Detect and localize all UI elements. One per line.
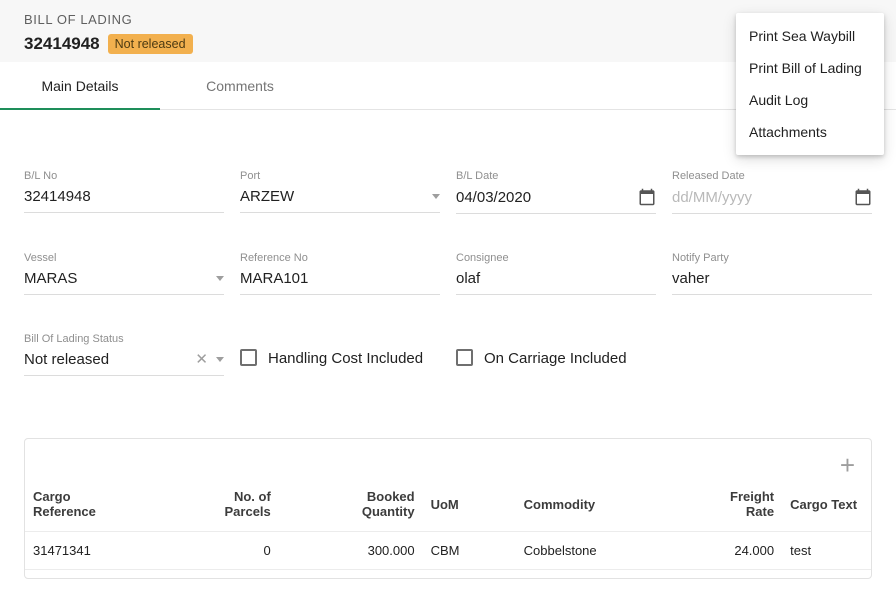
field-bl-status: Bill Of Lading Status Not released ✕ [24, 333, 224, 376]
field-notify-party: Notify Party vaher [672, 252, 872, 295]
bl-status-select[interactable]: Not released ✕ [24, 351, 224, 376]
field-bl-date: B/L Date 04/03/2020 [456, 170, 656, 214]
document-number: 32414948 [24, 34, 100, 54]
bl-status-label: Bill Of Lading Status [24, 333, 224, 345]
reference-no-label: Reference No [240, 252, 440, 264]
on-carriage-checkbox[interactable] [456, 349, 473, 366]
vessel-label: Vessel [24, 252, 224, 264]
chevron-down-icon[interactable] [432, 194, 440, 199]
field-bl-no: B/L No 32414948 [24, 170, 224, 214]
menu-item-print-bill-of-lading[interactable]: Print Bill of Lading [736, 52, 884, 84]
table-row[interactable]: 31471341 0 300.000 CBM Cobbelstone 24.00… [25, 532, 871, 570]
tab-main-details[interactable]: Main Details [0, 62, 160, 109]
vessel-select[interactable]: MARAS [24, 270, 224, 295]
consignee-input[interactable]: olaf [456, 270, 656, 287]
cell-freight-rate[interactable]: 24.000 [668, 532, 782, 570]
col-no-of-parcels: No. of Parcels [186, 483, 279, 532]
bl-date-input[interactable]: 04/03/2020 [456, 189, 630, 206]
menu-item-audit-log[interactable]: Audit Log [736, 84, 884, 116]
menu-item-print-sea-waybill[interactable]: Print Sea Waybill [736, 20, 884, 52]
menu-item-attachments[interactable]: Attachments [736, 116, 884, 148]
field-consignee: Consignee olaf [456, 252, 656, 295]
add-cargo-button[interactable]: + [840, 453, 855, 477]
clear-icon[interactable]: ✕ [195, 352, 208, 367]
cell-no-of-parcels[interactable]: 0 [186, 532, 279, 570]
released-date-input[interactable]: dd/MM/yyyy [672, 189, 846, 206]
col-cargo-reference: Cargo Reference [25, 483, 186, 532]
on-carriage-label: On Carriage Included [484, 349, 627, 368]
table-header-row: Cargo Reference No. of Parcels Booked Qu… [25, 483, 871, 532]
cargo-table: Cargo Reference No. of Parcels Booked Qu… [25, 483, 871, 570]
field-on-carriage: On Carriage Included [456, 333, 656, 376]
chevron-down-icon[interactable] [216, 357, 224, 362]
released-date-label: Released Date [672, 170, 872, 182]
context-menu: Print Sea Waybill Print Bill of Lading A… [736, 13, 884, 155]
cargo-card: + Cargo Reference No. of Parcels Booked … [24, 438, 872, 579]
notify-party-input[interactable]: vaher [672, 270, 872, 287]
cell-cargo-reference[interactable]: 31471341 [25, 532, 186, 570]
col-freight-rate: Freight Rate [668, 483, 782, 532]
field-vessel: Vessel MARAS [24, 252, 224, 295]
field-port: Port ARZEW [240, 170, 440, 214]
notify-party-label: Notify Party [672, 252, 872, 264]
cell-commodity[interactable]: Cobbelstone [516, 532, 668, 570]
port-label: Port [240, 170, 440, 182]
calendar-icon[interactable] [854, 188, 872, 206]
bl-no-input[interactable]: 32414948 [24, 188, 224, 205]
status-badge: Not released [108, 34, 193, 54]
cell-cargo-text[interactable]: test [782, 532, 871, 570]
bl-date-label: B/L Date [456, 170, 656, 182]
col-commodity: Commodity [516, 483, 668, 532]
calendar-icon[interactable] [638, 188, 656, 206]
cell-booked-quantity[interactable]: 300.000 [279, 532, 423, 570]
cell-uom[interactable]: CBM [423, 532, 516, 570]
col-booked-quantity: Booked Quantity [279, 483, 423, 532]
col-uom: UoM [423, 483, 516, 532]
field-released-date: Released Date dd/MM/yyyy [672, 170, 872, 214]
consignee-label: Consignee [456, 252, 656, 264]
chevron-down-icon[interactable] [216, 276, 224, 281]
bl-no-label: B/L No [24, 170, 224, 182]
reference-no-input[interactable]: MARA101 [240, 270, 440, 287]
port-select[interactable]: ARZEW [240, 188, 440, 213]
field-reference-no: Reference No MARA101 [240, 252, 440, 295]
tab-comments[interactable]: Comments [160, 62, 320, 109]
handling-cost-label: Handling Cost Included [268, 349, 423, 368]
main-details-form: B/L No 32414948 Port ARZEW B/L Date 04/0… [0, 170, 896, 376]
field-handling-cost: Handling Cost Included [240, 333, 440, 376]
col-cargo-text: Cargo Text [782, 483, 871, 532]
handling-cost-checkbox[interactable] [240, 349, 257, 366]
